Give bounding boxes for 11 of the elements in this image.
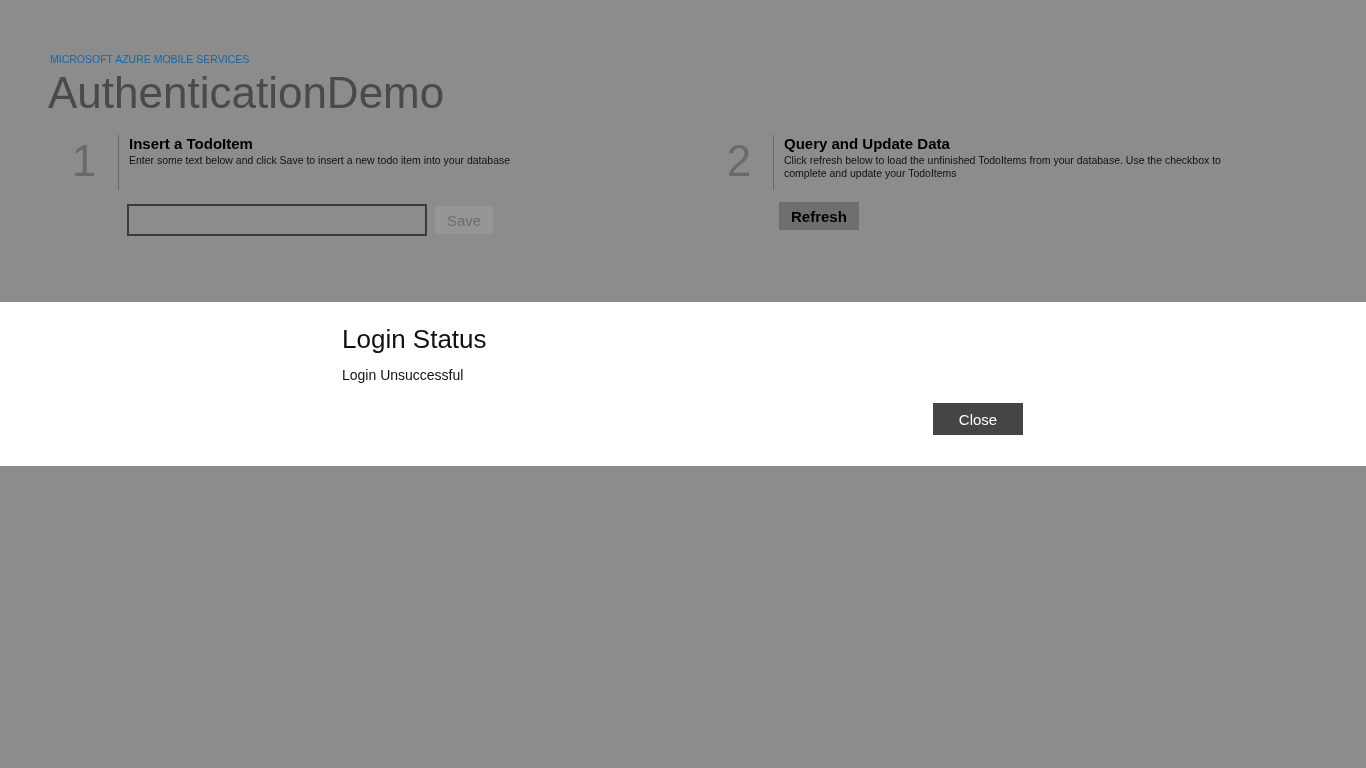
close-button[interactable]: Close bbox=[933, 403, 1023, 435]
step-title: Insert a TodoItem bbox=[129, 135, 253, 153]
refresh-button[interactable]: Refresh bbox=[779, 202, 859, 231]
step-title: Query and Update Data bbox=[784, 135, 950, 153]
app-title: AuthenticationDemo bbox=[48, 68, 445, 117]
dialog-message: Login Unsuccessful bbox=[342, 367, 464, 383]
step-description: Click refresh below to load the unfinished TodoItems from your database. Use the checkbox to complete and update your TodoItems bbox=[784, 154, 1222, 181]
dialog-title: Login Status bbox=[342, 324, 487, 354]
text-input-field[interactable] bbox=[127, 204, 427, 237]
app-subtitle: MICROSOFT AZURE MOBILE SERVICES bbox=[50, 53, 250, 65]
step-description: Enter some text below and click Save to insert a new todo item into your database bbox=[129, 154, 512, 168]
